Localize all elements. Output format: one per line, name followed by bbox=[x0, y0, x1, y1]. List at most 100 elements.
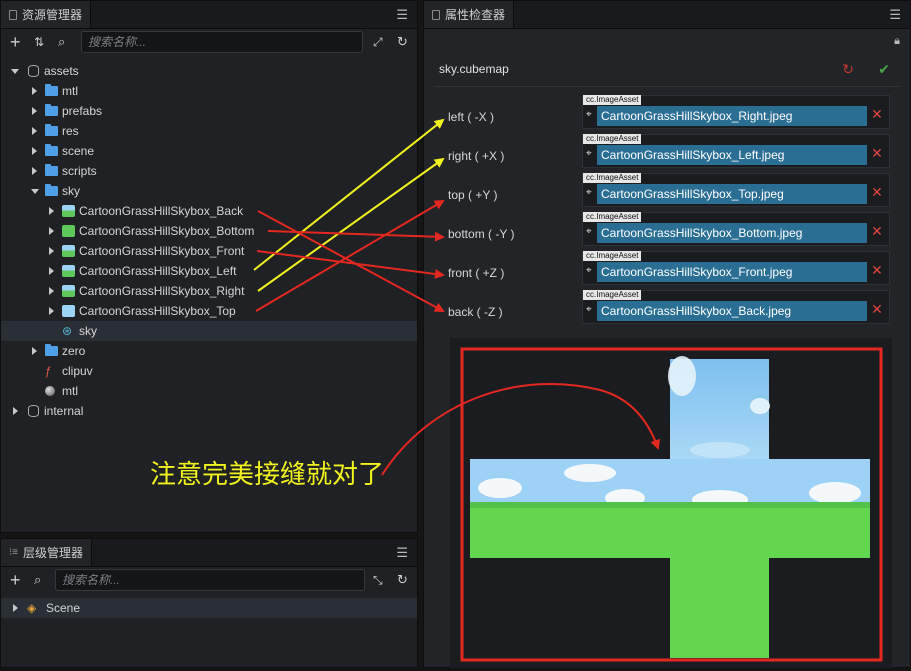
tree-item-internal[interactable]: internal bbox=[1, 401, 417, 421]
expand-arrow-icon[interactable] bbox=[32, 167, 37, 175]
tree-item-scene-node[interactable]: ◈ Scene bbox=[1, 598, 417, 618]
locate-icon[interactable]: ⌖ bbox=[586, 188, 592, 198]
revert-icon[interactable]: ↻ bbox=[842, 61, 854, 78]
lock-icon[interactable]: 🔒︎ bbox=[894, 35, 900, 48]
tree-item-skybox-top[interactable]: CartoonGrassHillSkybox_Top bbox=[1, 301, 417, 321]
tree-item-sky-folder[interactable]: sky bbox=[1, 181, 417, 201]
expand-arrow-icon[interactable] bbox=[49, 247, 54, 255]
tree-item-skybox-back[interactable]: CartoonGrassHillSkybox_Back bbox=[1, 201, 417, 221]
tree-item-label: scripts bbox=[62, 164, 97, 178]
tree-item-label: sky bbox=[62, 184, 80, 198]
tree-item-skybox-front[interactable]: CartoonGrassHillSkybox_Front bbox=[1, 241, 417, 261]
face-label: left ( -X ) bbox=[448, 110, 495, 124]
asset-field-top[interactable]: cc.ImageAsset ⌖ CartoonGrassHillSkybox_T… bbox=[582, 173, 890, 207]
asset-field-back[interactable]: cc.ImageAsset ⌖ CartoonGrassHillSkybox_B… bbox=[582, 290, 890, 324]
asset-field-bottom[interactable]: cc.ImageAsset ⌖ CartoonGrassHillSkybox_B… bbox=[582, 212, 890, 246]
sort-icon[interactable]: ⇅ bbox=[34, 35, 44, 50]
panel-menu-icon[interactable]: ☰ bbox=[396, 546, 408, 559]
assets-search-input[interactable]: 搜索名称... bbox=[81, 31, 363, 53]
locate-icon[interactable]: ⌖ bbox=[586, 149, 592, 159]
asset-field-left[interactable]: cc.ImageAsset ⌖ CartoonGrassHillSkybox_R… bbox=[582, 95, 890, 129]
remove-icon[interactable]: ✕ bbox=[870, 185, 884, 199]
tree-item-skybox-bottom[interactable]: CartoonGrassHillSkybox_Bottom bbox=[1, 221, 417, 241]
asset-value[interactable]: CartoonGrassHillSkybox_Left.jpeg bbox=[597, 145, 867, 165]
refresh-icon[interactable]: ↻ bbox=[397, 572, 408, 587]
header-divider bbox=[434, 86, 900, 87]
material-icon bbox=[45, 386, 55, 396]
face-label: bottom ( -Y ) bbox=[448, 227, 515, 241]
tree-item-label: CartoonGrassHillSkybox_Back bbox=[79, 204, 244, 218]
face-label: top ( +Y ) bbox=[448, 188, 498, 202]
remove-icon[interactable]: ✕ bbox=[870, 107, 884, 121]
tree-item-mtl-material[interactable]: mtl bbox=[1, 381, 417, 401]
asset-field-right[interactable]: cc.ImageAsset ⌖ CartoonGrassHillSkybox_L… bbox=[582, 134, 890, 168]
expand-arrow-icon[interactable] bbox=[49, 287, 54, 295]
hierarchy-search-input[interactable]: 搜索名称... bbox=[55, 569, 365, 591]
asset-value[interactable]: CartoonGrassHillSkybox_Front.jpeg bbox=[597, 262, 867, 282]
refresh-icon[interactable]: ↻ bbox=[397, 34, 408, 49]
tree-item-scripts[interactable]: scripts bbox=[1, 161, 417, 181]
expand-arrow-icon[interactable] bbox=[49, 267, 54, 275]
tree-item-sky-cubemap[interactable]: ⊛ sky bbox=[1, 321, 417, 341]
asset-value[interactable]: CartoonGrassHillSkybox_Right.jpeg bbox=[597, 106, 867, 126]
folder-icon bbox=[45, 104, 58, 116]
tree-item-label: mtl bbox=[62, 84, 78, 98]
tree-item-prefabs[interactable]: prefabs bbox=[1, 101, 417, 121]
remove-icon[interactable]: ✕ bbox=[870, 263, 884, 277]
expand-arrow-icon[interactable] bbox=[32, 127, 37, 135]
tree-item-skybox-left[interactable]: CartoonGrassHillSkybox_Left bbox=[1, 261, 417, 281]
image-icon bbox=[62, 265, 75, 277]
expand-arrow-icon[interactable] bbox=[49, 227, 54, 235]
inspector-tab[interactable]: 属性检查器 bbox=[424, 1, 515, 28]
add-icon[interactable]: + bbox=[10, 33, 21, 51]
expand-arrow-icon[interactable] bbox=[13, 604, 18, 612]
asset-value[interactable]: CartoonGrassHillSkybox_Back.jpeg bbox=[597, 301, 867, 321]
collapse-icon[interactable]: ⤡ bbox=[373, 573, 383, 588]
panel-menu-icon[interactable]: ☰ bbox=[889, 8, 901, 21]
locate-icon[interactable]: ⌖ bbox=[586, 266, 592, 276]
locate-icon[interactable]: ⌖ bbox=[586, 305, 592, 315]
expand-arrow-icon[interactable] bbox=[49, 307, 54, 315]
remove-icon[interactable]: ✕ bbox=[870, 302, 884, 316]
database-icon bbox=[28, 405, 39, 417]
tree-item-clipuv[interactable]: ƒ clipuv bbox=[1, 361, 417, 381]
expand-arrow-icon[interactable] bbox=[31, 189, 39, 194]
tree-item-label: clipuv bbox=[62, 364, 93, 378]
expand-arrow-icon[interactable] bbox=[11, 69, 19, 74]
panel-menu-icon[interactable]: ☰ bbox=[396, 8, 408, 21]
expand-arrow-icon[interactable] bbox=[32, 107, 37, 115]
remove-icon[interactable]: ✕ bbox=[870, 224, 884, 238]
add-icon[interactable]: + bbox=[10, 571, 21, 589]
tree-item-res[interactable]: res bbox=[1, 121, 417, 141]
tree-item-assets[interactable]: assets bbox=[1, 61, 417, 81]
expand-arrow-icon[interactable] bbox=[32, 87, 37, 95]
asset-field-front[interactable]: cc.ImageAsset ⌖ CartoonGrassHillSkybox_F… bbox=[582, 251, 890, 285]
expand-arrow-icon[interactable] bbox=[13, 407, 18, 415]
locate-icon[interactable]: ⌖ bbox=[586, 110, 592, 120]
expand-arrow-icon[interactable] bbox=[32, 147, 37, 155]
locate-icon[interactable]: ⌖ bbox=[586, 227, 592, 237]
expand-icon[interactable]: ⤢ bbox=[373, 35, 383, 50]
tree-item-mtl[interactable]: mtl bbox=[1, 81, 417, 101]
folder-icon bbox=[45, 184, 58, 196]
hierarchy-panel: ⁝≡ 层级管理器 ☰ + ⌕ 搜索名称... ⤡ ↻ ◈ Scene bbox=[0, 538, 418, 668]
tree-item-scene[interactable]: scene bbox=[1, 141, 417, 161]
asset-value[interactable]: CartoonGrassHillSkybox_Top.jpeg bbox=[597, 184, 867, 204]
tree-item-zero[interactable]: zero bbox=[1, 341, 417, 361]
apply-check-icon[interactable]: ✔ bbox=[878, 61, 890, 78]
expand-arrow-icon[interactable] bbox=[49, 207, 54, 215]
assets-tab-icon bbox=[9, 9, 17, 20]
asset-value[interactable]: CartoonGrassHillSkybox_Bottom.jpeg bbox=[597, 223, 867, 243]
assets-tab[interactable]: 资源管理器 bbox=[1, 1, 92, 28]
assets-toolbar: + ⇅ ⌕ 搜索名称... ⤢ ↻ bbox=[1, 29, 417, 57]
asset-type-badge: cc.ImageAsset bbox=[583, 95, 642, 105]
remove-icon[interactable]: ✕ bbox=[870, 146, 884, 160]
hierarchy-tab[interactable]: ⁝≡ 层级管理器 bbox=[1, 539, 93, 566]
assets-panel-header: 资源管理器 ☰ bbox=[1, 1, 417, 29]
hierarchy-tab-icon: ⁝≡ bbox=[9, 547, 19, 558]
cubemap-icon: ⊛ bbox=[62, 324, 73, 338]
tree-item-label: CartoonGrassHillSkybox_Bottom bbox=[79, 224, 255, 238]
tree-item-skybox-right[interactable]: CartoonGrassHillSkybox_Right bbox=[1, 281, 417, 301]
folder-icon bbox=[45, 164, 58, 176]
expand-arrow-icon[interactable] bbox=[32, 347, 37, 355]
